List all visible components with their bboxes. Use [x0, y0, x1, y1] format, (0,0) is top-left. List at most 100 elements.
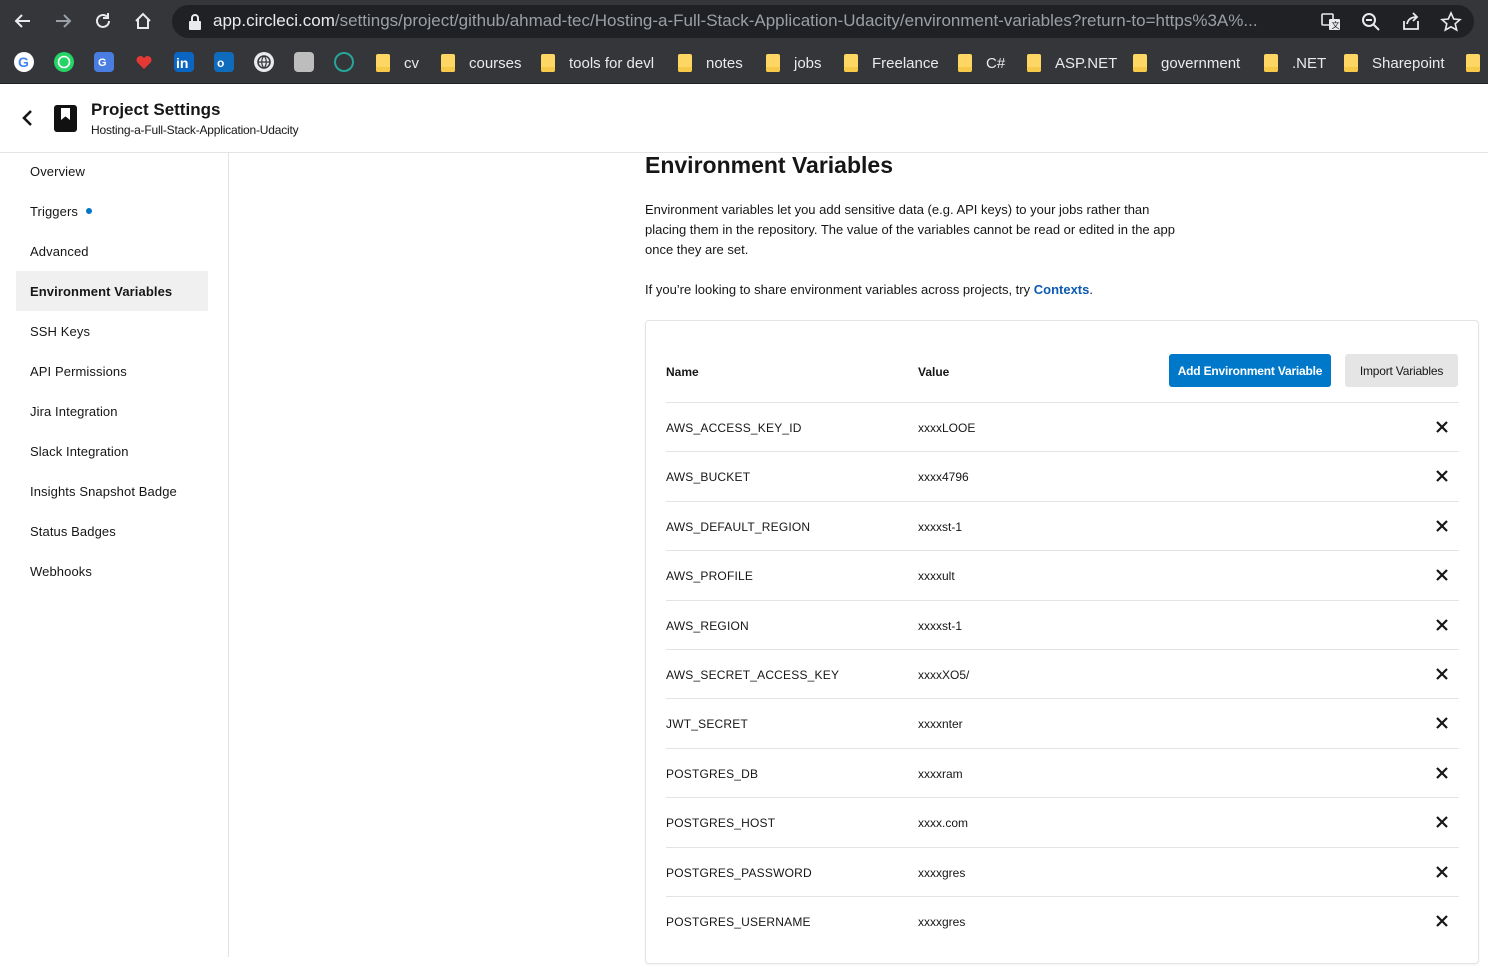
sidebar-item-triggers[interactable]: Triggers	[16, 191, 208, 231]
variable-name: AWS_ACCESS_KEY_ID	[666, 421, 802, 435]
settings-sidebar: Overview Triggers Advanced Environment V…	[0, 153, 229, 957]
bookmark-app-icon[interactable]	[334, 52, 354, 72]
google-translate-icon[interactable]: G	[94, 52, 114, 72]
bookmark-folder-cv[interactable]: cv	[376, 52, 419, 74]
delete-x-icon[interactable]	[1435, 815, 1449, 829]
bookmark-folder-aspnet[interactable]: ASP.NET	[1027, 52, 1117, 74]
sidebar-item-environment-variables[interactable]: Environment Variables	[16, 271, 208, 311]
variable-value: xxxxgres	[918, 865, 966, 880]
sidebar-item-jira-integration[interactable]: Jira Integration	[16, 391, 208, 431]
folder-icon	[1027, 54, 1041, 72]
delete-x-icon[interactable]	[1435, 568, 1449, 582]
env-vars-table: AWS_ACCESS_KEY_ID xxxxLOOE AWS_BUCKET xxxx4…	[666, 402, 1459, 945]
delete-x-icon[interactable]	[1435, 914, 1449, 928]
table-row: AWS_ACCESS_KEY_ID xxxxLOOE	[666, 402, 1459, 451]
delete-x-icon[interactable]	[1435, 667, 1449, 681]
sidebar-item-api-permissions[interactable]: API Permissions	[16, 351, 208, 391]
bookmark-folder-government[interactable]: government	[1133, 52, 1240, 74]
sidebar-item-slack-integration[interactable]: Slack Integration	[16, 431, 208, 471]
back-arrow-icon[interactable]	[10, 8, 36, 34]
share-icon[interactable]	[1400, 11, 1422, 33]
project-book-icon	[54, 105, 77, 132]
translate-icon[interactable]: 文	[1320, 11, 1342, 33]
variable-name: AWS_REGION	[666, 618, 749, 633]
folder-icon	[766, 54, 780, 72]
folder-icon	[678, 54, 692, 72]
bookmark-folder-courses[interactable]: courses	[441, 52, 522, 74]
folder-icon	[1133, 54, 1147, 72]
delete-x-icon[interactable]	[1435, 469, 1449, 483]
project-name: Hosting-a-Full-Stack-Application-Udacity	[91, 123, 299, 137]
variable-name: JWT_SECRET	[666, 717, 749, 732]
variable-name: AWS_SECRET_ACCESS_KEY	[666, 667, 840, 682]
variable-value: xxxxst-1	[918, 519, 963, 534]
delete-x-icon[interactable]	[1435, 766, 1449, 780]
variable-value: xxxxram	[918, 766, 963, 781]
linkedin-icon[interactable]: in	[174, 52, 194, 72]
variable-value: xxxx4796	[918, 470, 969, 485]
import-variables-button[interactable]: Import Variables	[1345, 354, 1458, 387]
env-vars-card: Name Value Add Environment Variable Impo…	[645, 320, 1479, 964]
variable-value: xxxxgres	[918, 914, 966, 929]
delete-x-icon[interactable]	[1435, 420, 1449, 434]
zoom-icon[interactable]	[1360, 11, 1382, 33]
contexts-link[interactable]: Contexts	[1034, 282, 1090, 297]
back-chevron-icon[interactable]	[18, 107, 36, 129]
delete-x-icon[interactable]	[1435, 716, 1449, 730]
variable-value: xxxxult	[918, 569, 955, 584]
variable-name: POSTGRES_HOST	[666, 816, 776, 831]
sidebar-item-status-badges[interactable]: Status Badges	[16, 511, 208, 551]
table-row: AWS_SECRET_ACCESS_KEY xxxxXO5/	[666, 648, 1459, 698]
browser-toolbar: app.circleci.com/settings/project/github…	[0, 0, 1488, 42]
reload-icon[interactable]	[90, 8, 116, 34]
google-icon[interactable]: G	[14, 52, 34, 72]
delete-x-icon[interactable]	[1435, 618, 1449, 632]
globe-icon[interactable]	[254, 52, 274, 72]
project-settings-header: Project Settings Hosting-a-Full-Stack-Ap…	[0, 85, 1488, 153]
bookmark-folder-jobs[interactable]: jobs	[766, 52, 822, 74]
bookmark-folder-tools[interactable]: tools for devl	[541, 52, 654, 74]
star-icon[interactable]	[1440, 11, 1462, 33]
forward-arrow-icon[interactable]	[50, 8, 76, 34]
bookmarks-bar: G G in o cv courses tools for devl notes…	[0, 42, 1488, 84]
folder-icon	[376, 54, 390, 72]
delete-x-icon[interactable]	[1435, 865, 1449, 879]
bookmark-folder-overflow[interactable]	[1466, 52, 1488, 74]
svg-text:G: G	[18, 54, 29, 70]
contexts-hint: If you’re looking to share environment v…	[645, 282, 1093, 297]
sidebar-item-insights-snapshot-badge[interactable]: Insights Snapshot Badge	[16, 471, 208, 511]
document-icon[interactable]	[294, 52, 314, 72]
bookmark-folder-dotnet[interactable]: .NET	[1264, 52, 1326, 74]
folder-icon	[541, 54, 555, 72]
folder-icon	[1264, 54, 1278, 72]
page-title: Project Settings	[91, 100, 221, 119]
url-text[interactable]: app.circleci.com/settings/project/github…	[213, 11, 1313, 31]
name-column-header: Name	[666, 365, 699, 379]
home-icon[interactable]	[130, 8, 156, 34]
sidebar-item-webhooks[interactable]: Webhooks	[16, 551, 208, 591]
variable-name: POSTGRES_USERNAME	[666, 914, 811, 929]
bookmark-folder-freelance[interactable]: Freelance	[844, 52, 939, 74]
table-row: POSTGRES_DB xxxxram	[666, 747, 1459, 797]
svg-text:文: 文	[1332, 20, 1340, 30]
lock-icon	[189, 14, 201, 30]
bookmark-folder-csharp[interactable]: C#	[958, 52, 1005, 74]
sidebar-item-advanced[interactable]: Advanced	[16, 231, 208, 271]
bookmark-folder-notes[interactable]: notes	[678, 52, 743, 74]
value-column-header: Value	[918, 365, 950, 379]
variable-value: xxxx.com	[918, 816, 969, 831]
heart-icon[interactable]	[134, 52, 154, 72]
outlook-icon[interactable]: o	[214, 52, 234, 72]
add-environment-variable-button[interactable]: Add Environment Variable	[1169, 354, 1331, 387]
table-row: AWS_BUCKET xxxx4796	[666, 451, 1459, 500]
sidebar-item-overview[interactable]: Overview	[16, 151, 208, 191]
address-bar[interactable]: app.circleci.com/settings/project/github…	[172, 5, 1474, 38]
whatsapp-icon[interactable]	[54, 52, 74, 72]
variable-name: POSTGRES_PASSWORD	[666, 865, 812, 880]
sidebar-item-ssh-keys[interactable]: SSH Keys	[16, 311, 208, 351]
svg-text:in: in	[176, 55, 188, 71]
variable-name: AWS_DEFAULT_REGION	[666, 519, 811, 534]
folder-icon	[1466, 54, 1480, 72]
bookmark-folder-sharepoint[interactable]: Sharepoint	[1344, 52, 1445, 74]
delete-x-icon[interactable]	[1435, 519, 1449, 533]
